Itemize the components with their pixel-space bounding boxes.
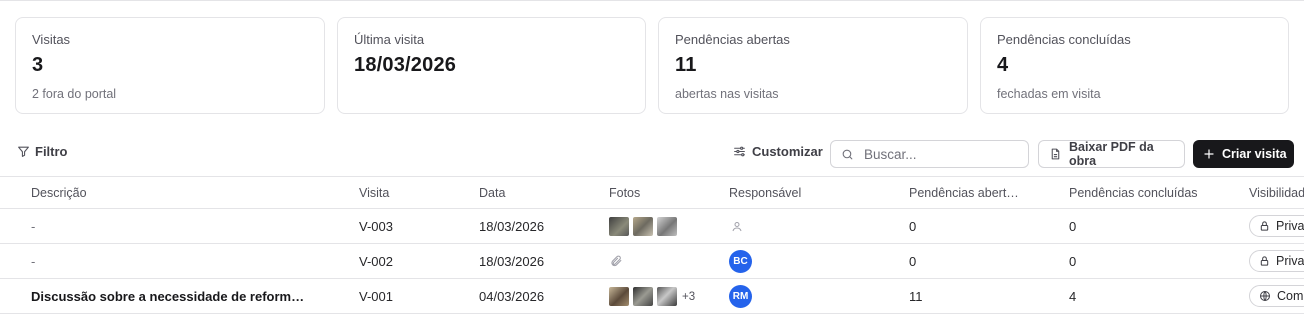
cell-closed-issues: 4: [1069, 289, 1077, 304]
cell-open-issues: 11: [909, 289, 923, 304]
table-row[interactable]: Discussão sobre a necessidade de reform……: [0, 279, 1304, 314]
create-visit-button[interactable]: Criar visita: [1193, 140, 1294, 168]
cell-date: 18/03/2026: [479, 219, 545, 234]
stat-label: Visitas: [32, 32, 71, 47]
cell-closed-issues: 0: [1069, 219, 1077, 234]
stat-value: 3: [32, 54, 44, 76]
column-header-closed-issues[interactable]: Pendências concluídas: [1069, 186, 1198, 200]
photo-thumbnail[interactable]: [633, 217, 653, 236]
photo-thumbnail[interactable]: [657, 287, 677, 306]
cell-visit: V-002: [359, 254, 393, 269]
photo-thumbnail[interactable]: [657, 217, 677, 236]
cell-visit: V-003: [359, 219, 393, 234]
photo-thumbnail[interactable]: [633, 287, 653, 306]
filter-button[interactable]: Filtro: [17, 144, 68, 159]
stat-card-last-visit: Última visita 18/03/2026: [337, 17, 646, 114]
visibility-label: Priva: [1276, 219, 1304, 233]
visibility-label: Com: [1277, 289, 1304, 303]
table-toolbar: Filtro Customizar Baixar PDF da obra Cri…: [0, 138, 1304, 170]
customize-button[interactable]: Customizar: [733, 144, 823, 159]
avatar[interactable]: BC: [729, 250, 752, 273]
stat-label: Pendências abertas: [675, 32, 790, 47]
cell-visit: V-001: [359, 289, 393, 304]
stat-value: 4: [997, 54, 1009, 76]
cell-photos: +3: [609, 287, 695, 306]
stat-label: Última visita: [354, 32, 425, 47]
visibility-badge: Com: [1249, 285, 1304, 307]
download-pdf-label: Baixar PDF da obra: [1068, 140, 1154, 168]
avatar[interactable]: RM: [729, 285, 752, 308]
cell-closed-issues: 0: [1069, 254, 1077, 269]
table-header: Descrição Visita Data Fotos Responsável …: [0, 176, 1304, 209]
search-icon: [842, 149, 853, 159]
plus-icon: [1204, 149, 1214, 159]
visibility-badge: Priva: [1249, 250, 1304, 272]
column-header-photos[interactable]: Fotos: [609, 186, 640, 200]
filter-label: Filtro: [35, 144, 68, 159]
stat-subtext: 2 fora do portal: [32, 87, 117, 101]
table-row[interactable]: - V-003 18/03/2026 0 0 Priva: [0, 209, 1304, 244]
stat-card-open-issues: Pendências abertas 11 abertas nas visita…: [658, 17, 968, 114]
stat-subtext: fechadas em visita: [997, 87, 1101, 101]
visibility-label: Priva: [1276, 254, 1304, 268]
create-visit-label: Criar visita: [1222, 147, 1287, 161]
column-header-date[interactable]: Data: [479, 186, 505, 200]
search-box: [830, 140, 1029, 168]
column-header-visibility[interactable]: Visibilidad: [1249, 186, 1304, 200]
filter-icon: [18, 146, 29, 157]
column-header-responsible[interactable]: Responsável: [729, 186, 801, 200]
visibility-badge: Priva: [1249, 215, 1304, 237]
column-header-visit[interactable]: Visita: [359, 186, 389, 200]
stat-card-closed-issues: Pendências concluídas 4 fechadas em visi…: [980, 17, 1289, 114]
lock-icon: [1260, 256, 1269, 266]
lock-icon: [1260, 221, 1269, 231]
stat-subtext: abertas nas visitas: [675, 87, 779, 101]
cell-date: 18/03/2026: [479, 254, 545, 269]
cell-description: -: [31, 219, 36, 234]
cell-open-issues: 0: [909, 254, 917, 269]
stat-card-visits: Visitas 3 2 fora do portal: [15, 17, 325, 114]
customize-label: Customizar: [752, 144, 823, 159]
photo-thumbnail[interactable]: [609, 217, 629, 236]
stat-value: 11: [675, 54, 697, 76]
photo-thumbnail[interactable]: [609, 287, 629, 306]
cell-description: -: [31, 254, 36, 269]
more-photos-count[interactable]: +3: [682, 291, 695, 303]
cell-open-issues: 0: [909, 219, 917, 234]
download-pdf-button[interactable]: Baixar PDF da obra: [1038, 140, 1185, 168]
search-input[interactable]: [862, 145, 1016, 163]
cell-photos: [609, 217, 677, 236]
table-row[interactable]: - V-002 18/03/2026 BC 0 0 Priva: [0, 244, 1304, 279]
column-header-open-issues[interactable]: Pendências abert…: [909, 186, 1019, 200]
top-divider: [0, 0, 1304, 1]
file-icon: [1051, 148, 1060, 160]
cell-date: 04/03/2026: [479, 289, 545, 304]
sliders-icon: [734, 146, 745, 157]
stat-label: Pendências concluídas: [997, 32, 1131, 47]
user-placeholder-icon: [732, 222, 742, 232]
paperclip-icon: [611, 255, 622, 267]
stat-value: 18/03/2026: [354, 54, 457, 76]
column-header-description[interactable]: Descrição: [31, 186, 87, 200]
cell-description: Discussão sobre a necessidade de reform…: [31, 289, 305, 304]
globe-icon: [1260, 291, 1270, 301]
